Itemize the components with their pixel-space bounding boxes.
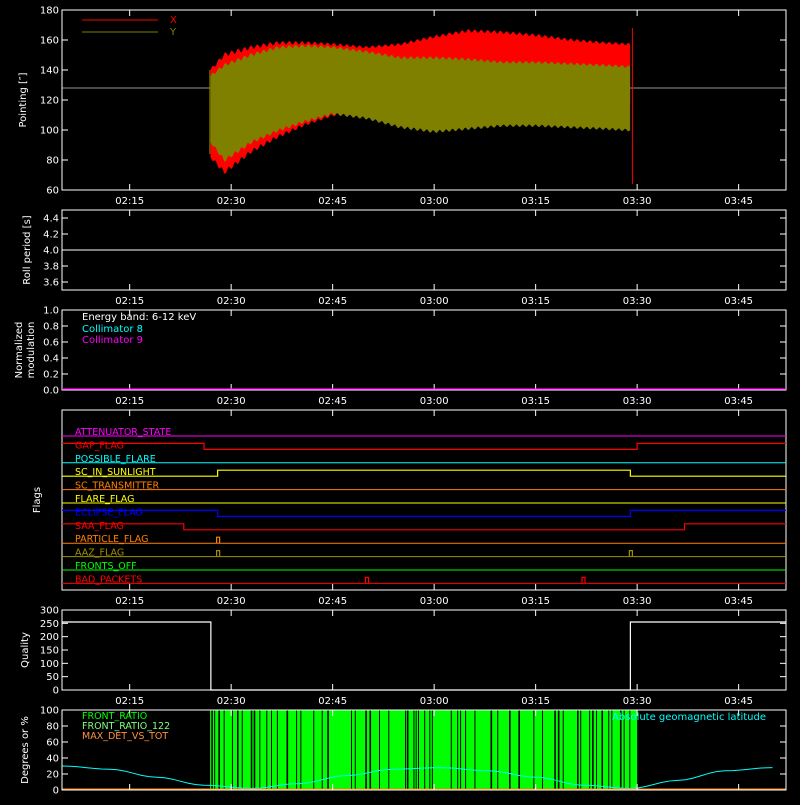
- y-tick-label: 0.2: [43, 370, 59, 381]
- x-tick-label: 02:15: [115, 596, 144, 607]
- x-tick-label: 03:00: [420, 696, 449, 707]
- chart-svg: 60 80 100 120 140 160 180 02:15 02:30 02:45 03:00 0…: [14, 6, 787, 797]
- y-axis-label-roll: Roll period [s]: [22, 215, 33, 284]
- y-tick-label: 180: [40, 6, 59, 17]
- flag-line: [62, 469, 786, 477]
- flag-line: [62, 509, 786, 518]
- x-tick-label: 03:30: [623, 296, 652, 307]
- legend-label-ratio: MAX_DET_VS_TOT: [82, 731, 168, 742]
- legend-label-latitude: Absolute geomagnetic latitude: [612, 712, 766, 723]
- pointing-series: [62, 28, 786, 184]
- y-tick-label: 0.0: [43, 386, 59, 397]
- y-tick-label: 80: [46, 156, 59, 167]
- y-tick-label: 1.0: [43, 306, 59, 317]
- y-axis-label-mod-2: modulation: [26, 322, 37, 379]
- y-tick-label: 4.4: [43, 214, 59, 225]
- y-axis-label-flags: Flags: [32, 487, 43, 513]
- y-tick-label: 20: [46, 770, 59, 781]
- flag-line: [62, 442, 786, 450]
- x-tick-label: 02:30: [217, 696, 246, 707]
- x-tick-label: 03:00: [420, 396, 449, 407]
- y-axis-label-quality: Quality: [20, 632, 31, 668]
- energy-band-annotation: Energy band: 6-12 keV: [82, 312, 196, 323]
- x-tick-label: 03:45: [724, 196, 753, 207]
- front-ratio-bars: [210, 710, 638, 790]
- y-tick-label: 0.8: [43, 322, 59, 333]
- y-tick-label: 40: [46, 754, 59, 765]
- x-tick-label: 02:30: [217, 396, 246, 407]
- x-tick-label: 03:45: [724, 396, 753, 407]
- y-tick-label: 160: [40, 36, 59, 47]
- x-tick-label: 02:45: [318, 596, 347, 607]
- x-tick-label: 02:30: [217, 596, 246, 607]
- y-tick-label: 3.8: [43, 262, 59, 273]
- x-tick-label: 03:45: [724, 596, 753, 607]
- front-ratio-fill: [210, 710, 638, 790]
- x-tick-label: 02:15: [115, 696, 144, 707]
- y-tick-label: 80: [46, 722, 59, 733]
- legend-label-y: Y: [169, 27, 177, 38]
- y-tick-label: 3.6: [43, 278, 59, 289]
- y-tick-label: 100: [40, 659, 59, 670]
- x-tick-label: 03:30: [623, 196, 652, 207]
- y-tick-label: 120: [40, 96, 59, 107]
- x-tick-label: 02:30: [217, 196, 246, 207]
- y-tick-label: 60: [46, 186, 59, 197]
- x-tick-label: 03:15: [521, 396, 550, 407]
- x-tick-label: 02:30: [217, 296, 246, 307]
- y-axis-label-mod-1: Normalized: [14, 322, 25, 379]
- y-axis-label-ratios: Degrees or %: [20, 716, 31, 784]
- x-tick-label: 03:15: [521, 696, 550, 707]
- x-tick-label: 03:30: [623, 596, 652, 607]
- flag-spike: [581, 576, 586, 584]
- x-tick-label: 03:45: [724, 296, 753, 307]
- y-tick-label: 100: [40, 126, 59, 137]
- legend-label-collimator: Collimator 9: [82, 335, 143, 346]
- y-axis-label-pointing: Pointing [″]: [18, 72, 29, 127]
- flag-spike: [216, 536, 221, 544]
- y-tick-label: 0: [53, 786, 59, 797]
- x-tick-label: 03:15: [521, 196, 550, 207]
- x-tick-label: 02:45: [318, 296, 347, 307]
- flag-label: GAP_FLAG: [75, 440, 124, 451]
- x-tick-label: 03:45: [724, 696, 753, 707]
- x-tick-label: 02:15: [115, 396, 144, 407]
- y-tick-label: 0.6: [43, 338, 59, 349]
- flag-spike: [628, 550, 633, 557]
- y-tick-label: 200: [40, 632, 59, 643]
- quality-line: [62, 621, 786, 691]
- y-tick-label: 0.4: [43, 354, 59, 365]
- y-tick-label: 100: [40, 706, 59, 717]
- x-tick-label: 02:15: [115, 196, 144, 207]
- x-tick-label: 03:30: [623, 396, 652, 407]
- y-tick-label: 250: [40, 619, 59, 630]
- rhessi-quicklook-chart: 60 80 100 120 140 160 180 02:15 02:30 02:45 03:00 0…: [0, 0, 800, 800]
- x-tick-label: 03:30: [623, 696, 652, 707]
- y-tick-label: 150: [40, 646, 59, 657]
- x-tick-label: 02:15: [115, 296, 144, 307]
- y-tick-label: 4.0: [43, 246, 59, 257]
- flag-spike: [216, 550, 221, 557]
- y-tick-label: 60: [46, 738, 59, 749]
- x-tick-label: 03:00: [420, 596, 449, 607]
- flag-line: [62, 523, 786, 531]
- y-tick-label: 50: [46, 672, 59, 683]
- x-tick-label: 03:00: [420, 196, 449, 207]
- legend-label-collimator: Collimator 8: [82, 324, 143, 335]
- x-tick-label: 02:45: [318, 196, 347, 207]
- flag-spike: [364, 576, 370, 584]
- y-tick-label: 300: [40, 606, 59, 617]
- y-tick-label: 0: [53, 686, 59, 697]
- x-tick-label: 02:45: [318, 696, 347, 707]
- flag-label: SAA_FLAG: [75, 521, 124, 532]
- flag-label: ECLIPSE_FLAG: [75, 507, 143, 518]
- y-tick-label: 4.2: [43, 230, 59, 241]
- x-tick-label: 03:15: [521, 296, 550, 307]
- x-tick-label: 02:45: [318, 396, 347, 407]
- x-tick-label: 03:00: [420, 296, 449, 307]
- x-tick-label: 03:15: [521, 596, 550, 607]
- legend-label-x: X: [170, 15, 177, 26]
- y-tick-label: 140: [40, 66, 59, 77]
